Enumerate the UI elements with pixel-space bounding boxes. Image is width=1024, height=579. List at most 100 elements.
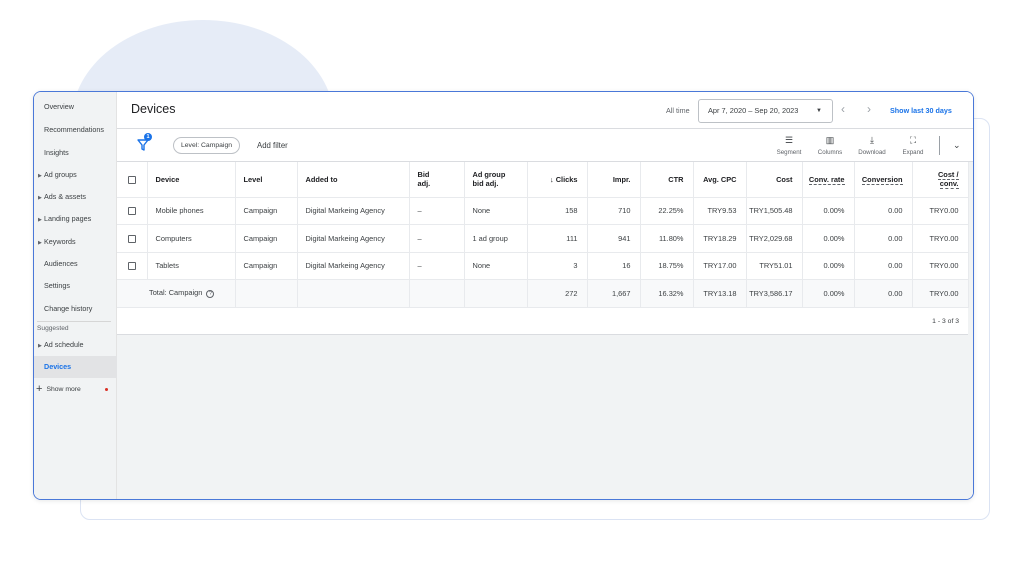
- sidebar-item-keywords[interactable]: ▶ Keywords: [34, 233, 117, 251]
- sidebar-item-ad-schedule[interactable]: ▶ Ad schedule: [34, 336, 117, 354]
- total-label-cell: Total: Campaign?: [117, 279, 236, 308]
- page-header: Devices All time Apr 7, 2020 – Sep 20, 2…: [117, 92, 973, 129]
- select-all-checkbox[interactable]: [117, 162, 148, 198]
- all-time-label: All time: [666, 106, 690, 115]
- table-row[interactable]: Mobile phones Campaign Digital Markeing …: [117, 197, 969, 225]
- empty-cell: [297, 279, 410, 308]
- column-header-cost[interactable]: Cost: [746, 162, 803, 198]
- show-more-label: Show more: [46, 386, 81, 393]
- cell-bid-adj[interactable]: –: [409, 197, 465, 225]
- expand-label: Expand: [902, 149, 924, 156]
- download-button[interactable]: ⤓ Download: [852, 135, 892, 156]
- sidebar-item-change-history[interactable]: Change history: [34, 300, 117, 318]
- table-row[interactable]: Computers Campaign Digital Markeing Agen…: [117, 224, 969, 253]
- cell-ctr: 18.75%: [640, 252, 694, 280]
- cell-avg-cpc: TRY17.00: [693, 252, 747, 280]
- sidebar-item-landing-pages[interactable]: ▶ Landing pages: [34, 210, 117, 228]
- row-checkbox[interactable]: [117, 224, 148, 253]
- cell-device: Computers: [147, 224, 236, 253]
- add-filter-button[interactable]: Add filter: [257, 141, 288, 150]
- notification-dot: [105, 388, 108, 391]
- main-panel: Devices All time Apr 7, 2020 – Sep 20, 2…: [117, 92, 973, 499]
- date-range-value: Apr 7, 2020 – Sep 20, 2023: [708, 106, 799, 115]
- cell-conv-rate: 0.00%: [802, 197, 855, 225]
- empty-cell: [235, 279, 298, 308]
- sidebar-item-overview[interactable]: Overview: [34, 98, 117, 116]
- cell-clicks: 3: [527, 252, 588, 280]
- columns-label: Columns: [817, 149, 843, 156]
- expand-icon: ⛶: [909, 135, 917, 145]
- cell-cost: TRY2,029.68: [746, 224, 803, 253]
- cell-conv-rate: 0.00%: [802, 252, 855, 280]
- header-text: adj.: [417, 179, 431, 189]
- column-header-added-to[interactable]: Added to: [297, 162, 410, 198]
- sidebar-item-label: Ad schedule: [44, 340, 84, 349]
- column-header-clicks[interactable]: ↓ Clicks: [527, 162, 588, 198]
- sidebar-item-ad-groups[interactable]: ▶ Ad groups: [34, 166, 117, 184]
- sidebar-item-label: Keywords: [44, 237, 76, 246]
- total-conv-rate: 0.00%: [802, 279, 855, 308]
- sidebar-item-devices[interactable]: Devices: [34, 356, 117, 378]
- sidebar-item-label: Recommendations: [44, 125, 104, 134]
- header-text: conv.: [939, 179, 959, 190]
- sidebar-item-insights[interactable]: Insights: [34, 144, 117, 162]
- pagination-info: 1 - 3 of 3: [117, 308, 968, 335]
- column-header-device[interactable]: Device: [147, 162, 236, 198]
- total-cost: TRY3,586.17: [746, 279, 803, 308]
- column-header-cost-per-conv[interactable]: Cost / conv.: [912, 162, 969, 198]
- header-text: Conv. rate: [808, 174, 845, 185]
- chevron-down-icon[interactable]: ⌄: [953, 140, 961, 151]
- cell-avg-cpc: TRY18.29: [693, 224, 747, 253]
- cell-impr: 710: [587, 197, 641, 225]
- segment-icon: ☰: [784, 135, 794, 145]
- cell-impr: 16: [587, 252, 641, 280]
- cell-cost-per-conv: TRY0.00: [912, 197, 969, 225]
- checkbox-icon: [127, 207, 136, 216]
- checkbox-icon: [127, 175, 136, 184]
- plus-icon: +: [36, 383, 43, 395]
- cell-bid-adj[interactable]: –: [409, 224, 465, 253]
- segment-button[interactable]: ☰ Segment: [769, 135, 809, 156]
- columns-button[interactable]: ▥ Columns: [810, 135, 850, 156]
- level-filter-chip[interactable]: Level: Campaign: [173, 137, 241, 154]
- expand-button[interactable]: ⛶ Expand: [893, 135, 933, 156]
- column-header-conversion[interactable]: Conversion: [854, 162, 913, 198]
- sidebar-item-label: Ad groups: [44, 170, 77, 179]
- header-text: Conversion: [861, 174, 903, 185]
- download-label: Download: [858, 149, 886, 156]
- cell-avg-cpc: TRY9.53: [693, 197, 747, 225]
- column-header-ad-group-bid-adj[interactable]: Ad group bid adj.: [464, 162, 528, 198]
- cell-added-to: Digital Markeing Agency: [297, 224, 410, 253]
- sidebar-item-ads-assets[interactable]: ▶ Ads & assets: [34, 188, 117, 206]
- column-header-ctr[interactable]: CTR: [640, 162, 694, 198]
- sidebar-item-label: Landing pages: [44, 214, 92, 223]
- date-range-picker[interactable]: Apr 7, 2020 – Sep 20, 2023 ▼: [698, 99, 833, 123]
- cell-conversion: 0.00: [854, 224, 913, 253]
- total-conversion: 0.00: [854, 279, 913, 308]
- cell-cost-per-conv: TRY0.00: [912, 224, 969, 253]
- show-last-30-days-link[interactable]: Show last 30 days: [890, 106, 952, 115]
- cell-clicks: 111: [527, 224, 588, 253]
- column-header-bid-adj[interactable]: Bid adj.: [409, 162, 465, 198]
- chevron-right-icon[interactable]: ›: [867, 102, 871, 116]
- column-header-impr[interactable]: Impr.: [587, 162, 641, 198]
- show-more-button[interactable]: + Show more: [34, 381, 117, 397]
- sidebar-item-audiences[interactable]: Audiences: [34, 255, 117, 273]
- sidebar-item-label: Change history: [44, 304, 93, 313]
- column-header-level[interactable]: Level: [235, 162, 298, 198]
- devices-table: Device Level Added to Bid adj. Ad group bi…: [117, 162, 969, 335]
- column-header-conv-rate[interactable]: Conv. rate: [802, 162, 855, 198]
- sidebar-item-settings[interactable]: Settings: [34, 277, 117, 295]
- chevron-left-icon[interactable]: ‹: [841, 102, 845, 116]
- header-text: bid adj.: [472, 179, 499, 189]
- row-checkbox[interactable]: [117, 252, 148, 280]
- table-row[interactable]: Tablets Campaign Digital Markeing Agency…: [117, 252, 969, 280]
- sidebar-item-recommendations[interactable]: Recommendations: [34, 121, 117, 139]
- cell-ctr: 11.80%: [640, 224, 694, 253]
- sidebar-item-label: Devices: [44, 362, 72, 371]
- cell-bid-adj[interactable]: –: [409, 252, 465, 280]
- row-checkbox[interactable]: [117, 197, 148, 225]
- column-header-avg-cpc[interactable]: Avg. CPC: [693, 162, 747, 198]
- cell-conv-rate: 0.00%: [802, 224, 855, 253]
- help-icon[interactable]: ?: [206, 290, 215, 299]
